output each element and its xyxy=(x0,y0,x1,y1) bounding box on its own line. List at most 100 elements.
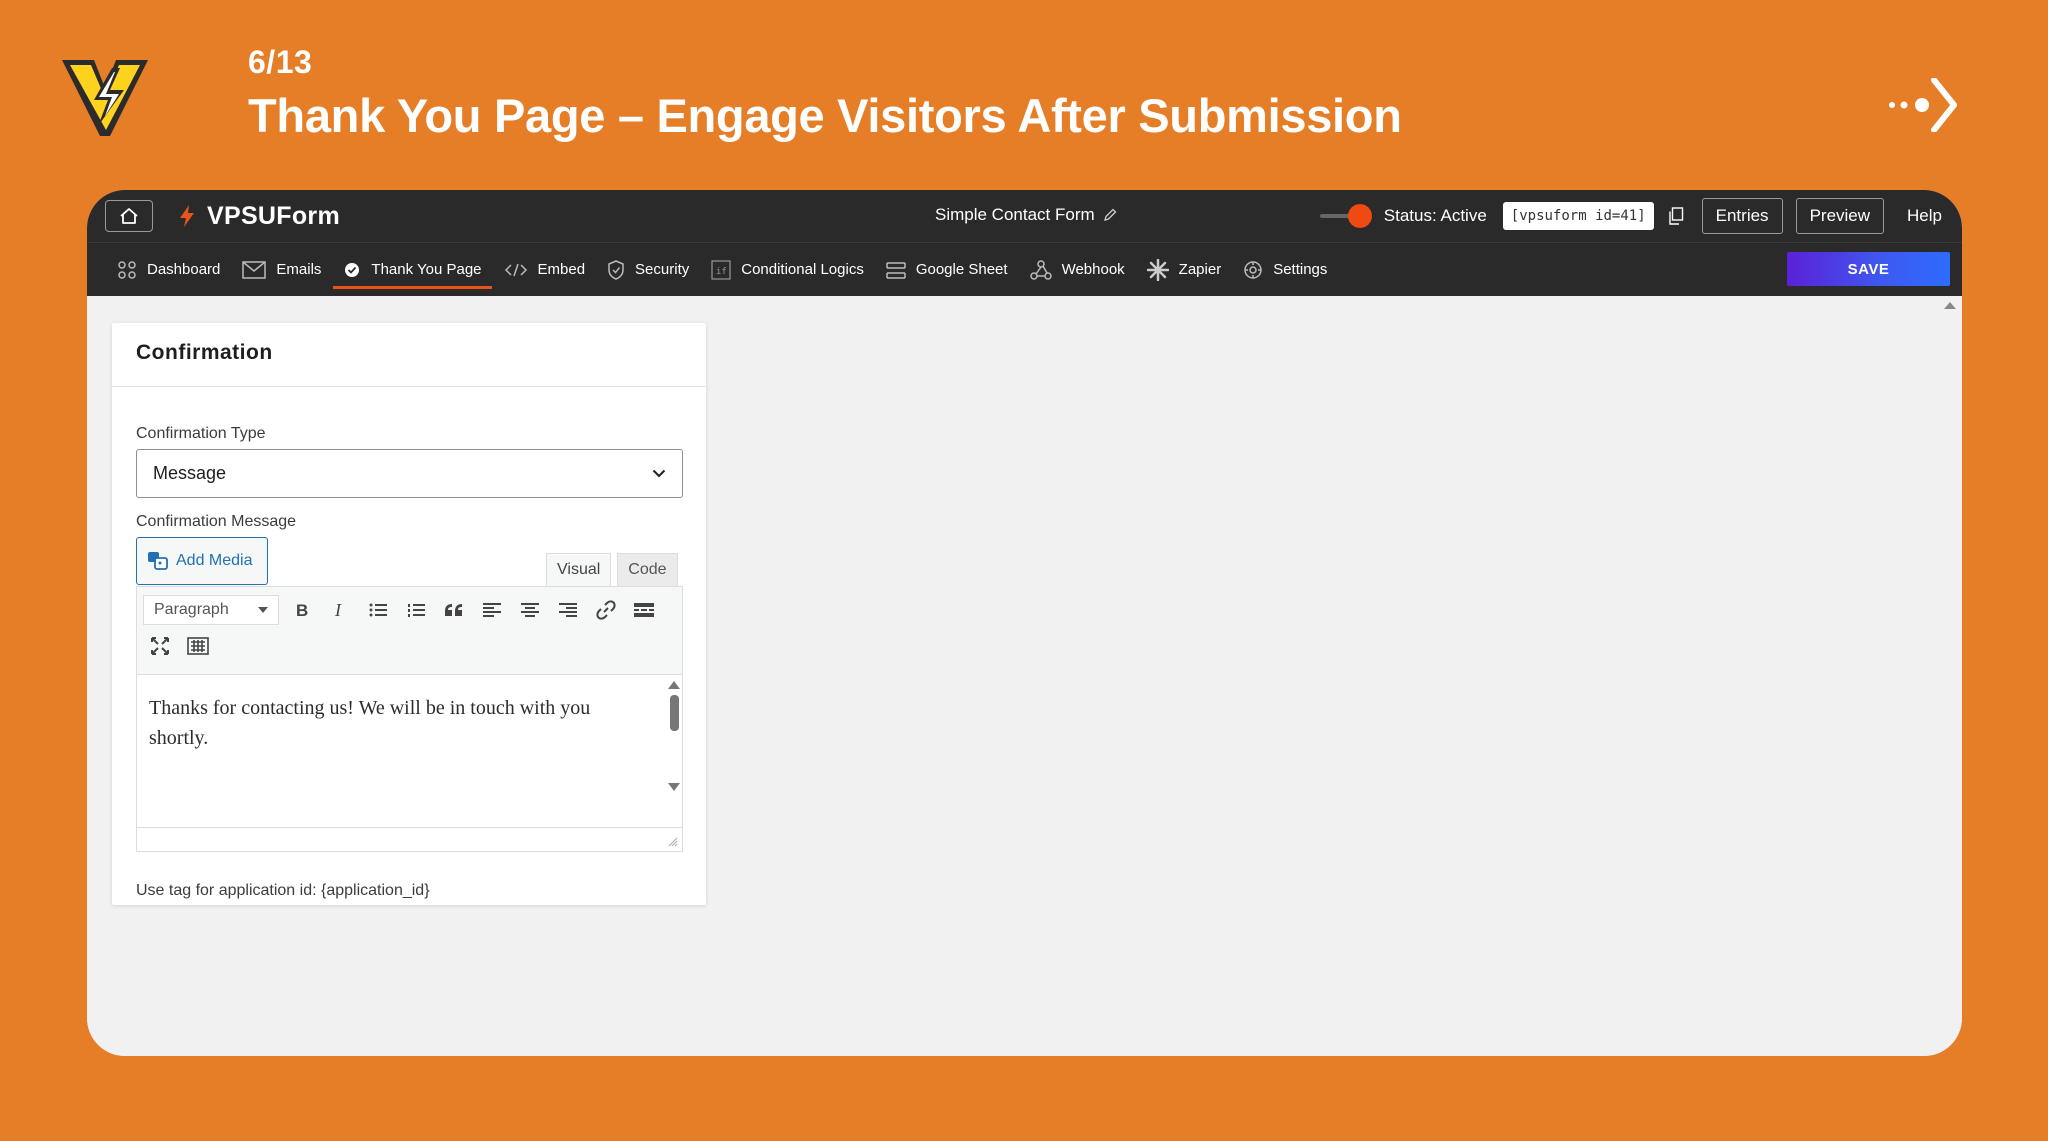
fullscreen-button[interactable] xyxy=(147,633,173,659)
tab-label: Settings xyxy=(1273,261,1328,278)
resize-handle-icon[interactable] xyxy=(668,837,678,847)
confirmation-message-label: Confirmation Message xyxy=(136,513,297,530)
tab-zapier[interactable]: Zapier xyxy=(1146,243,1222,297)
link-icon xyxy=(596,600,616,620)
align-right-button[interactable] xyxy=(555,597,581,623)
svg-text:B: B xyxy=(296,602,308,618)
align-left-icon xyxy=(483,603,501,617)
sheet-icon xyxy=(886,261,906,279)
top-bar: VPSUForm Simple Contact Form Status: Act… xyxy=(87,190,1962,242)
editor-status-bar xyxy=(137,827,682,851)
copy-icon[interactable] xyxy=(1668,207,1684,225)
tab-code[interactable]: Code xyxy=(617,553,678,586)
scroll-down-icon[interactable] xyxy=(668,783,680,791)
fullscreen-icon xyxy=(151,637,169,655)
card-title: Confirmation xyxy=(112,323,706,387)
align-center-button[interactable] xyxy=(517,597,543,623)
confirmation-type-select[interactable]: Message xyxy=(136,449,683,498)
shortcode[interactable]: [vpsuform id=41] xyxy=(1502,202,1654,230)
editor-tabs: Visual Code xyxy=(546,553,678,586)
toolbar-toggle-button[interactable] xyxy=(185,633,211,659)
keyboard-icon xyxy=(187,637,209,655)
align-center-icon xyxy=(521,603,539,617)
conditional-icon: if xyxy=(711,259,731,280)
italic-button[interactable]: I xyxy=(327,597,353,623)
rich-text-editor: Paragraph B I Thanks for contacting us! … xyxy=(136,586,683,852)
tab-label: Dashboard xyxy=(147,261,221,278)
gear-icon xyxy=(1244,260,1262,279)
slide-title: Thank You Page – Engage Visitors After S… xyxy=(248,89,1402,142)
svg-text:if: if xyxy=(716,267,727,277)
toggle-knob xyxy=(1347,204,1372,228)
form-name-label: Simple Contact Form xyxy=(935,205,1095,224)
scroll-thumb[interactable] xyxy=(670,695,679,731)
tab-label: Conditional Logics xyxy=(741,261,864,278)
tab-google-sheet[interactable]: Google Sheet xyxy=(886,243,1008,297)
home-icon xyxy=(120,208,138,224)
slide-counter: 6/13 xyxy=(248,44,313,80)
media-icon xyxy=(148,552,168,570)
entries-button[interactable]: Entries xyxy=(1701,198,1783,234)
tab-visual[interactable]: Visual xyxy=(546,553,612,586)
next-slide-icon[interactable] xyxy=(1888,78,1958,132)
confirmation-type-label: Confirmation Type xyxy=(136,425,266,442)
tab-dashboard[interactable]: Dashboard xyxy=(117,243,220,297)
help-link[interactable]: Help xyxy=(1907,206,1942,226)
italic-icon: I xyxy=(334,602,342,618)
add-media-button[interactable]: Add Media xyxy=(136,537,268,585)
status-toggle[interactable] xyxy=(1319,204,1372,228)
align-left-button[interactable] xyxy=(479,597,505,623)
brand: VPSUForm xyxy=(179,202,340,231)
editor-scrollbar[interactable] xyxy=(664,675,682,825)
tab-label: Emails xyxy=(276,261,322,278)
zapier-icon xyxy=(1146,258,1169,281)
brand-logo-icon xyxy=(62,60,148,136)
application-id-hint: Use tag for application id: {application… xyxy=(136,882,430,899)
caret-down-icon xyxy=(258,607,268,613)
numbered-list-icon xyxy=(408,604,425,617)
insert-link-button[interactable] xyxy=(593,597,619,623)
code-icon xyxy=(504,263,527,276)
numbered-list-button[interactable] xyxy=(403,597,429,623)
bullet-list-icon xyxy=(369,603,387,617)
brand-name: VPSUForm xyxy=(207,201,340,230)
tab-settings[interactable]: Settings xyxy=(1243,243,1327,297)
tab-security[interactable]: Security xyxy=(607,243,689,297)
tab-embed[interactable]: Embed xyxy=(504,243,586,297)
add-media-label: Add Media xyxy=(176,552,253,569)
home-button[interactable] xyxy=(105,200,153,232)
form-name[interactable]: Simple Contact Form xyxy=(935,205,1117,225)
read-more-icon xyxy=(634,603,654,617)
shield-icon xyxy=(608,259,624,280)
tab-label: Google Sheet xyxy=(915,261,1008,278)
paragraph-format-value: Paragraph xyxy=(154,601,229,618)
editor-content[interactable]: Thanks for contacting us! We will be in … xyxy=(149,693,629,753)
bullet-list-button[interactable] xyxy=(365,597,391,623)
tab-webhook[interactable]: Webhook xyxy=(1029,243,1125,297)
envelope-icon xyxy=(242,260,267,279)
check-badge-icon xyxy=(345,262,360,277)
tab-emails[interactable]: Emails xyxy=(242,243,321,297)
bold-button[interactable]: B xyxy=(289,597,315,623)
align-right-icon xyxy=(559,603,577,617)
tab-label: Embed xyxy=(537,261,586,278)
tab-thank-you-page[interactable]: Thank You Page xyxy=(333,243,492,297)
read-more-button[interactable] xyxy=(631,597,657,623)
dashboard-icon xyxy=(118,260,136,279)
pencil-icon[interactable] xyxy=(1103,208,1117,222)
tab-label: Security xyxy=(635,261,690,278)
lightning-icon xyxy=(180,205,194,227)
save-button[interactable]: SAVE xyxy=(1787,252,1950,286)
tab-conditional-logics[interactable]: if Conditional Logics xyxy=(711,243,864,297)
preview-button[interactable]: Preview xyxy=(1795,198,1885,234)
main-content: Confirmation Confirmation Type Message C… xyxy=(87,296,1962,1056)
tab-label: Thank You Page xyxy=(371,261,482,278)
scroll-up-arrow-icon[interactable] xyxy=(1944,302,1956,309)
paragraph-format-select[interactable]: Paragraph xyxy=(143,595,279,625)
tab-label: Zapier xyxy=(1178,261,1222,278)
bold-icon: B xyxy=(296,602,308,618)
scroll-up-icon[interactable] xyxy=(668,681,680,689)
blockquote-button[interactable] xyxy=(441,597,467,623)
topbar-actions: Status: Active [vpsuform id=41] Entries … xyxy=(1319,198,1944,234)
webhook-icon xyxy=(1029,259,1052,280)
